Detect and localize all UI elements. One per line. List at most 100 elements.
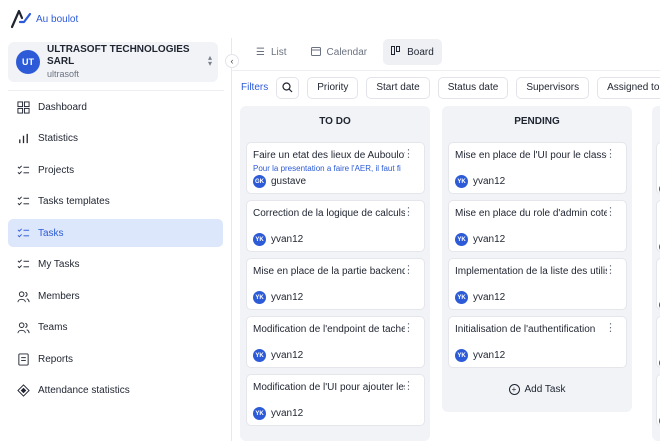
sidebar-item-label: Statistics	[38, 133, 79, 144]
task-title: Mise en place de la partie backend	[253, 266, 405, 277]
task-card[interactable]: Correction de la logique de calculs ⋮ YK yv…	[246, 200, 425, 252]
list-check-icon	[16, 258, 30, 272]
sidebar-item-teams[interactable]: Teams	[8, 314, 223, 342]
more-options-icon[interactable]: ⋮	[605, 323, 616, 334]
add-task-button[interactable]: + Add Task	[442, 384, 632, 395]
tab-list-label: List	[270, 46, 287, 58]
more-options-icon[interactable]: ⋮	[403, 381, 414, 392]
organization-slug: ultrasoft	[47, 69, 80, 79]
board-column-pending: PENDING Mise en place de l'UI pour le cla…	[442, 106, 632, 412]
task-assignee: YK yvan12	[253, 407, 303, 420]
sidebar-item-label: My Tasks	[38, 259, 80, 270]
avatar: YK	[253, 407, 266, 420]
task-title: Mise en place de l'UI pour le classe	[455, 150, 607, 161]
task-card-partial[interactable]: A	[656, 142, 660, 194]
more-options-icon[interactable]: ⋮	[605, 207, 616, 218]
sidebar-item-label: Tasks	[38, 227, 64, 239]
organization-avatar: UT	[16, 50, 40, 74]
filter-status-date-button[interactable]: Status date	[437, 76, 509, 99]
sidebar-item-statistics[interactable]: Statistics	[8, 125, 223, 153]
filter-start-date-button[interactable]: Start date	[366, 76, 430, 99]
tab-calendar[interactable]: Calendar	[303, 39, 376, 65]
calendar-icon	[310, 46, 321, 59]
assignee-name: gustave	[271, 176, 307, 187]
more-options-icon[interactable]: ⋮	[403, 323, 414, 334]
sidebar-item-my-tasks[interactable]: My Tasks	[8, 251, 223, 279]
dashboard-icon	[16, 100, 30, 114]
task-card[interactable]: Initialisation de l'authentification ⋮ YK y…	[448, 316, 627, 368]
avatar: GK	[253, 175, 266, 188]
task-card[interactable]: Faire un etat des lieux de Auboulot Pour …	[246, 142, 425, 194]
sidebar-item-projects[interactable]: Projects	[8, 156, 223, 184]
task-title: Modification de l'endpoint de tache	[253, 324, 405, 335]
task-card[interactable]: Modification de l'UI pour ajouter les ⋮ YK…	[246, 374, 425, 426]
sidebar-item-tasks[interactable]: Tasks	[8, 219, 223, 247]
task-card[interactable]: Mise en place du role d'admin cote ⋮ YK yva…	[448, 200, 627, 252]
sidebar: UT ULTRASOFT TECHNOLOGIES SARL ultrasoft…	[0, 38, 232, 441]
tab-list[interactable]: ☰ List	[248, 39, 295, 65]
task-assignee: YK yvan12	[455, 349, 505, 362]
brand[interactable]: Au boulot	[0, 0, 232, 38]
task-card[interactable]: Mise en place de la partie backend ⋮ YK yva…	[246, 258, 425, 310]
avatar: YK	[455, 349, 468, 362]
more-options-icon[interactable]: ⋮	[605, 265, 616, 276]
view-tabs: ☰ List Calendar Board	[248, 38, 450, 66]
app-name: Au boulot	[36, 13, 79, 25]
avatar: YK	[455, 175, 468, 188]
avatar: YK	[455, 233, 468, 246]
sidebar-item-label: Reports	[38, 353, 74, 365]
assignee-name: yvan12	[473, 350, 506, 361]
tab-calendar-label: Calendar	[326, 46, 368, 58]
sidebar-item-label: Members	[38, 290, 80, 302]
task-card-partial[interactable]: c	[656, 200, 660, 252]
tab-board-label: Board	[407, 46, 434, 58]
filter-supervisors-button[interactable]: Supervisors	[516, 76, 590, 99]
task-card[interactable]: Modification de l'endpoint de tache ⋮ YK yv…	[246, 316, 425, 368]
plus-circle-icon: +	[508, 384, 520, 395]
sidebar-item-reports[interactable]: Reports	[8, 345, 223, 373]
avatar: YK	[253, 233, 266, 246]
task-card-partial[interactable]: C	[656, 258, 660, 310]
list-check-icon	[16, 163, 30, 177]
task-assignee: YK yvan12	[455, 233, 505, 246]
tab-board[interactable]: Board	[383, 39, 442, 65]
divider	[232, 70, 660, 71]
assignee-name: yvan12	[473, 234, 506, 245]
more-options-icon[interactable]: ⋮	[403, 149, 414, 160]
search-button[interactable]	[276, 76, 300, 99]
bar-chart-icon	[16, 132, 30, 146]
sidebar-item-label: Projects	[38, 164, 75, 176]
avatar: YK	[253, 291, 266, 304]
assignee-name: yvan12	[473, 176, 506, 187]
task-assignee: YK yvan12	[253, 349, 303, 362]
report-icon	[16, 352, 30, 366]
task-card-partial[interactable]: P	[656, 374, 660, 426]
task-card[interactable]: Implementation de la liste des utilis ⋮ YK…	[448, 258, 627, 310]
sidebar-item-label: Tasks templates	[38, 196, 110, 207]
organization-switcher[interactable]: UT ULTRASOFT TECHNOLOGIES SARL ultrasoft…	[8, 42, 218, 82]
task-assignee: YK yvan12	[253, 291, 303, 304]
divider	[8, 90, 224, 91]
add-task-label: Add Task	[524, 384, 566, 395]
app-logo-icon	[10, 9, 32, 29]
sidebar-item-attendance-statistics[interactable]: Attendance statistics	[8, 377, 223, 405]
task-card[interactable]: Mise en place de l'UI pour le classe ⋮ YK y…	[448, 142, 627, 194]
assignee-name: yvan12	[473, 292, 506, 303]
filter-assigned-to-button[interactable]: Assigned to	[597, 76, 660, 99]
filter-priority-button[interactable]: Priority	[307, 76, 359, 99]
column-title: TO DO	[319, 115, 351, 127]
board-icon	[391, 45, 401, 59]
sidebar-item-members[interactable]: Members	[8, 282, 223, 310]
sidebar-item-dashboard[interactable]: Dashboard	[8, 93, 223, 121]
assignee-name: yvan12	[271, 408, 304, 419]
task-description: Pour la presentation a faire l'AER, il f…	[253, 164, 401, 173]
more-options-icon[interactable]: ⋮	[403, 207, 414, 218]
search-icon	[282, 82, 293, 93]
assignee-name: yvan12	[271, 350, 304, 361]
list-icon: ☰	[256, 46, 265, 58]
sidebar-item-tasks-templates[interactable]: Tasks templates	[8, 188, 223, 216]
more-options-icon[interactable]: ⋮	[403, 265, 414, 276]
collapse-sidebar-button[interactable]: ‹	[225, 54, 239, 68]
more-options-icon[interactable]: ⋮	[605, 149, 616, 160]
task-card-partial[interactable]: A	[656, 316, 660, 368]
